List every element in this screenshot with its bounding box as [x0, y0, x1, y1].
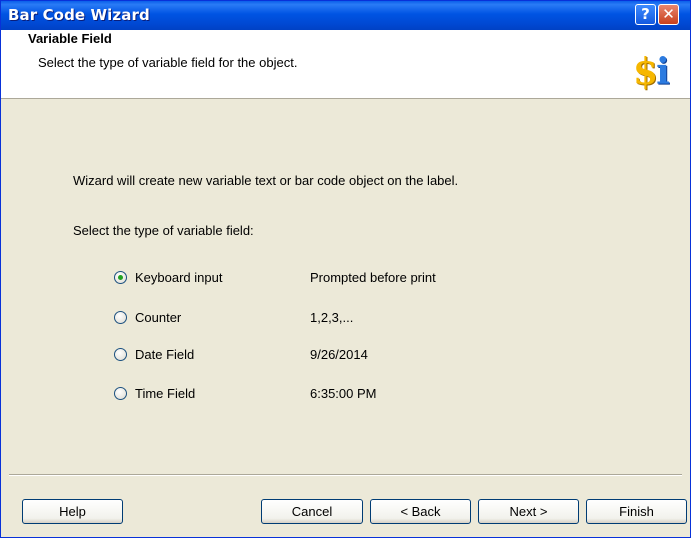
help-button[interactable]: Help	[22, 499, 123, 524]
intro-text: Wizard will create new variable text or …	[73, 173, 459, 188]
date-field-radio[interactable]	[114, 348, 127, 361]
counter-value: 1,2,3,...	[310, 310, 354, 325]
keyboard-input-label[interactable]: Keyboard input	[135, 270, 222, 285]
keyboard-input-value: Prompted before print	[310, 270, 436, 285]
help-title-button[interactable]: ?	[635, 4, 656, 25]
button-separator	[9, 474, 682, 476]
time-field-value: 6:35:00 PM	[310, 386, 377, 401]
back-button[interactable]: < Back	[370, 499, 471, 524]
date-field-value: 9/26/2014	[310, 347, 368, 362]
next-button[interactable]: Next >	[478, 499, 579, 524]
page-subtitle: Select the type of variable field for th…	[38, 55, 298, 70]
close-button[interactable]: ✕	[658, 4, 679, 25]
keyboard-input-radio[interactable]	[114, 271, 127, 284]
select-label: Select the type of variable field:	[73, 223, 254, 238]
counter-label[interactable]: Counter	[135, 310, 181, 325]
counter-radio[interactable]	[114, 311, 127, 324]
page-title: Variable Field	[28, 31, 112, 46]
time-field-radio[interactable]	[114, 387, 127, 400]
finish-button[interactable]: Finish	[586, 499, 687, 524]
si-logo-icon: $i	[633, 51, 670, 93]
date-field-label[interactable]: Date Field	[135, 347, 194, 362]
window-title: Bar Code Wizard	[8, 6, 150, 24]
time-field-label[interactable]: Time Field	[135, 386, 195, 401]
bar-code-wizard-dialog: Bar Code Wizard ? ✕ Variable Field Selec…	[0, 0, 691, 538]
cancel-button[interactable]: Cancel	[261, 499, 363, 524]
title-bar[interactable]: Bar Code Wizard ? ✕	[1, 1, 690, 30]
